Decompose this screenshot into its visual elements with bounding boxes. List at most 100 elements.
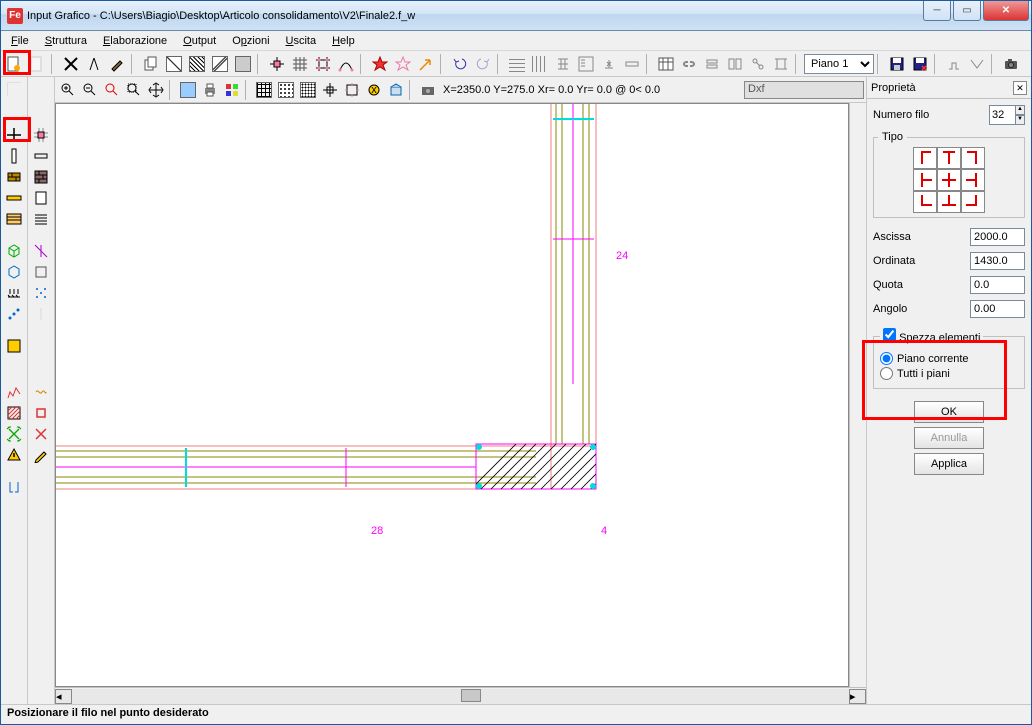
vtool-bracket[interactable] (3, 477, 25, 497)
osnap-icon[interactable] (341, 79, 363, 101)
tool-star2[interactable] (392, 53, 414, 75)
tool-g1[interactable] (943, 53, 965, 75)
tool-arc[interactable] (335, 53, 357, 75)
tool-m4[interactable] (575, 53, 597, 75)
menu-elaborazione[interactable]: Elaborazione (97, 33, 173, 49)
tool-delete[interactable] (60, 53, 82, 75)
vtool2-wall[interactable] (30, 167, 52, 187)
ascissa-input[interactable] (970, 228, 1025, 246)
cam2-icon[interactable] (417, 79, 439, 101)
tool-table[interactable] (655, 53, 677, 75)
tool-m5[interactable] (598, 53, 620, 75)
radio-tutti-piani[interactable] (880, 367, 893, 380)
tool-g2[interactable] (966, 53, 988, 75)
vtool2-bar[interactable] (30, 146, 52, 166)
spin-up[interactable]: ▲ (1015, 105, 1025, 115)
vtool2-rows[interactable] (30, 209, 52, 229)
tool-camera[interactable] (1000, 53, 1022, 75)
tipo-mr[interactable] (961, 169, 985, 191)
menu-help[interactable]: Help (326, 33, 361, 49)
snap-icon[interactable] (319, 79, 341, 101)
tipo-tl[interactable] (913, 147, 937, 169)
tool-slab4[interactable] (232, 53, 254, 75)
tool-m2[interactable] (529, 53, 551, 75)
vtool2-spring[interactable] (30, 382, 52, 402)
grid3-icon[interactable] (297, 79, 319, 101)
spezza-check[interactable] (883, 328, 896, 341)
vtool-column[interactable] (3, 146, 25, 166)
vtool2-move[interactable] (30, 125, 52, 145)
vtool-warn[interactable] (3, 445, 25, 465)
ordinata-input[interactable] (970, 252, 1025, 270)
tipo-mc[interactable] (937, 169, 961, 191)
grid2-icon[interactable] (275, 79, 297, 101)
numero-filo-input[interactable] (989, 105, 1015, 125)
tool-star1[interactable] (369, 53, 391, 75)
view1-icon[interactable] (177, 79, 199, 101)
minimize-button[interactable]: ─ (923, 1, 951, 21)
tool-slab1[interactable] (163, 53, 185, 75)
tool-m1[interactable] (506, 53, 528, 75)
tool-copy[interactable] (140, 53, 162, 75)
tool-save[interactable] (886, 53, 908, 75)
maximize-button[interactable]: ▭ (953, 1, 981, 21)
e1-icon[interactable]: x (363, 79, 385, 101)
tool-m3[interactable] (552, 53, 574, 75)
pan-icon[interactable] (145, 79, 167, 101)
vtool2-pencil[interactable] (30, 445, 52, 465)
tool-link3[interactable] (724, 53, 746, 75)
tool-arrow[interactable] (415, 53, 437, 75)
tool-slab3[interactable] (209, 53, 231, 75)
applica-button[interactable]: Applica (914, 453, 984, 475)
tool-undo[interactable] (449, 53, 471, 75)
quota-input[interactable] (970, 276, 1025, 294)
vtool-hatch[interactable] (3, 403, 25, 423)
vtool-wall[interactable] (3, 167, 25, 187)
print-icon[interactable] (199, 79, 221, 101)
tool-link1[interactable] (678, 53, 700, 75)
spin-down[interactable]: ▼ (1015, 115, 1025, 125)
tool-link5[interactable] (770, 53, 792, 75)
tool-compass[interactable] (83, 53, 105, 75)
close-button[interactable]: ✕ (983, 1, 1029, 21)
tipo-ml[interactable] (913, 169, 937, 191)
tool-link4[interactable] (747, 53, 769, 75)
tool-redo[interactable] (472, 53, 494, 75)
vtool-red[interactable] (3, 382, 25, 402)
tool-new[interactable] (3, 53, 25, 75)
menu-struttura[interactable]: Struttura (39, 33, 93, 49)
zoom-ext-icon[interactable] (123, 79, 145, 101)
menu-output[interactable]: Output (177, 33, 222, 49)
vtool-point[interactable] (3, 304, 25, 324)
vtool-slab[interactable] (3, 209, 25, 229)
dxf-field[interactable]: Dxf (744, 81, 864, 99)
tool-grid[interactable] (289, 53, 311, 75)
vtool-3d2[interactable] (3, 262, 25, 282)
tipo-tc[interactable] (937, 147, 961, 169)
tool-link2[interactable] (701, 53, 723, 75)
tipo-bc[interactable] (937, 191, 961, 213)
vertical-scrollbar[interactable] (849, 103, 866, 687)
tool-node1[interactable] (266, 53, 288, 75)
e2-icon[interactable] (385, 79, 407, 101)
vtool2-line[interactable] (30, 304, 52, 324)
tool-dim[interactable] (26, 53, 48, 75)
menu-uscita[interactable]: Uscita (280, 33, 323, 49)
vtool-node[interactable] (3, 125, 25, 145)
vtool-3d1[interactable] (3, 241, 25, 261)
angolo-input[interactable] (970, 300, 1025, 318)
zoom-in-icon[interactable] (57, 79, 79, 101)
vtool2-dots[interactable] (30, 283, 52, 303)
menu-file[interactable]: File (5, 33, 35, 49)
vtool2-blank[interactable] (30, 79, 52, 99)
tipo-tr[interactable] (961, 147, 985, 169)
vtool-load[interactable] (3, 283, 25, 303)
colors-icon[interactable] (221, 79, 243, 101)
tipo-br[interactable] (961, 191, 985, 213)
annulla-button[interactable]: Annulla (914, 427, 984, 449)
floor-combo[interactable]: Piano 1 (804, 54, 874, 74)
vtool-expand[interactable] (3, 424, 25, 444)
grid1-icon[interactable] (253, 79, 275, 101)
vtool2-cross[interactable] (30, 424, 52, 444)
panel-close-icon[interactable]: ✕ (1013, 81, 1027, 95)
